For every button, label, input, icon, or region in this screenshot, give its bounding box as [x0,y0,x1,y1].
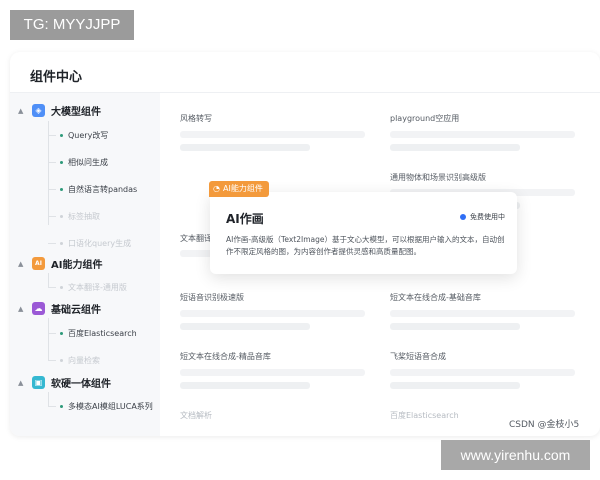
component-card-title[interactable]: playground空应用 [390,113,459,124]
placeholder-bar [180,144,310,151]
sidebar-item[interactable]: 文本翻译-通用版 [68,282,127,293]
collapse-triangle-icon[interactable]: ▲ [18,379,32,387]
group-label: AI能力组件 [51,260,103,271]
component-card-title[interactable]: 短文本在线合成-精品音库 [180,351,271,362]
popup-title: AI作画 [226,212,264,226]
collapse-triangle-icon[interactable]: ▲ [18,107,32,115]
status-badge-label: 免费使用中 [470,213,505,221]
component-card-title[interactable]: 文档解析 [180,410,212,421]
component-card-title[interactable]: 通用物体和场景识别高级版 [390,172,486,183]
sidebar-item[interactable]: 相似问生成 [68,157,108,168]
component-detail-popup[interactable]: AI作画 免费使用中 AI作画-高级版（Text2Image）基于文心大模型，可… [210,192,517,274]
cube-icon: ◈ [32,104,45,117]
tree-line [48,121,49,225]
sidebar: ▲ ◈ 大模型组件 Query改写 相似问生成 自然语言转pandas 标签抽取… [10,93,160,436]
placeholder-bar [390,369,575,376]
sidebar-item[interactable]: 口语化query生成 [68,238,131,249]
sidebar-group-hardware[interactable]: ▲ ▣ 软硬一体组件 [18,375,111,390]
tg-overlay-label: TG: MYYJJPP [10,10,134,40]
sidebar-item[interactable]: Query改写 [68,130,108,141]
sidebar-item[interactable]: 标签抽取 [68,211,100,222]
sidebar-item[interactable]: 向量检索 [68,355,100,366]
placeholder-bar [180,382,310,389]
placeholder-bar [180,323,310,330]
chip-icon: ▣ [32,376,45,389]
placeholder-bar [390,323,520,330]
popup-description: AI作画-高级版（Text2Image）基于文心大模型，可以根据用户输入的文本，… [226,235,505,256]
component-card-title[interactable]: 风格转写 [180,113,212,124]
site-overlay-label: www.yirenhu.com [441,440,590,470]
placeholder-bar [180,310,365,317]
component-card-title[interactable]: 飞桨短语音合成 [390,351,446,362]
sidebar-item[interactable]: 百度Elasticsearch [68,328,137,339]
group-label: 软硬一体组件 [51,379,111,390]
placeholder-bar [390,310,575,317]
component-card-title[interactable]: 百度Elasticsearch [390,410,459,421]
placeholder-bar [180,369,365,376]
category-tag: ◔ AI能力组件 [209,181,269,197]
placeholder-bar [390,144,520,151]
sidebar-group-ai[interactable]: ▲ AI AI能力组件 [18,256,102,271]
component-card-title[interactable]: 短语音识别极速版 [180,292,244,303]
placeholder-bar [390,382,520,389]
placeholder-bar [180,131,365,138]
collapse-triangle-icon[interactable]: ▲ [18,260,32,268]
sidebar-item[interactable]: 多模态AI模组LUCA系列 [68,401,153,412]
sidebar-group-cloud[interactable]: ▲ ☁ 基础云组件 [18,301,101,316]
palette-icon: ◔ [213,184,220,193]
collapse-triangle-icon[interactable]: ▲ [18,305,32,313]
ai-icon: AI [32,257,45,270]
category-tag-label: AI能力组件 [222,184,263,193]
sidebar-group-llm[interactable]: ▲ ◈ 大模型组件 [18,103,101,118]
cloud-icon: ☁ [32,302,45,315]
group-label: 大模型组件 [51,107,101,118]
status-dot-icon [460,214,466,220]
group-label: 基础云组件 [51,305,101,316]
csdn-watermark: CSDN @金枝小5 [509,420,580,430]
placeholder-bar [390,131,575,138]
status-badge: 免费使用中 [460,212,505,222]
panel-title: 组件中心 [30,70,83,85]
component-card-title[interactable]: 文本翻译 [180,233,212,244]
component-card-title[interactable]: 短文本在线合成-基础音库 [390,292,481,303]
sidebar-item[interactable]: 自然语言转pandas [68,184,137,195]
